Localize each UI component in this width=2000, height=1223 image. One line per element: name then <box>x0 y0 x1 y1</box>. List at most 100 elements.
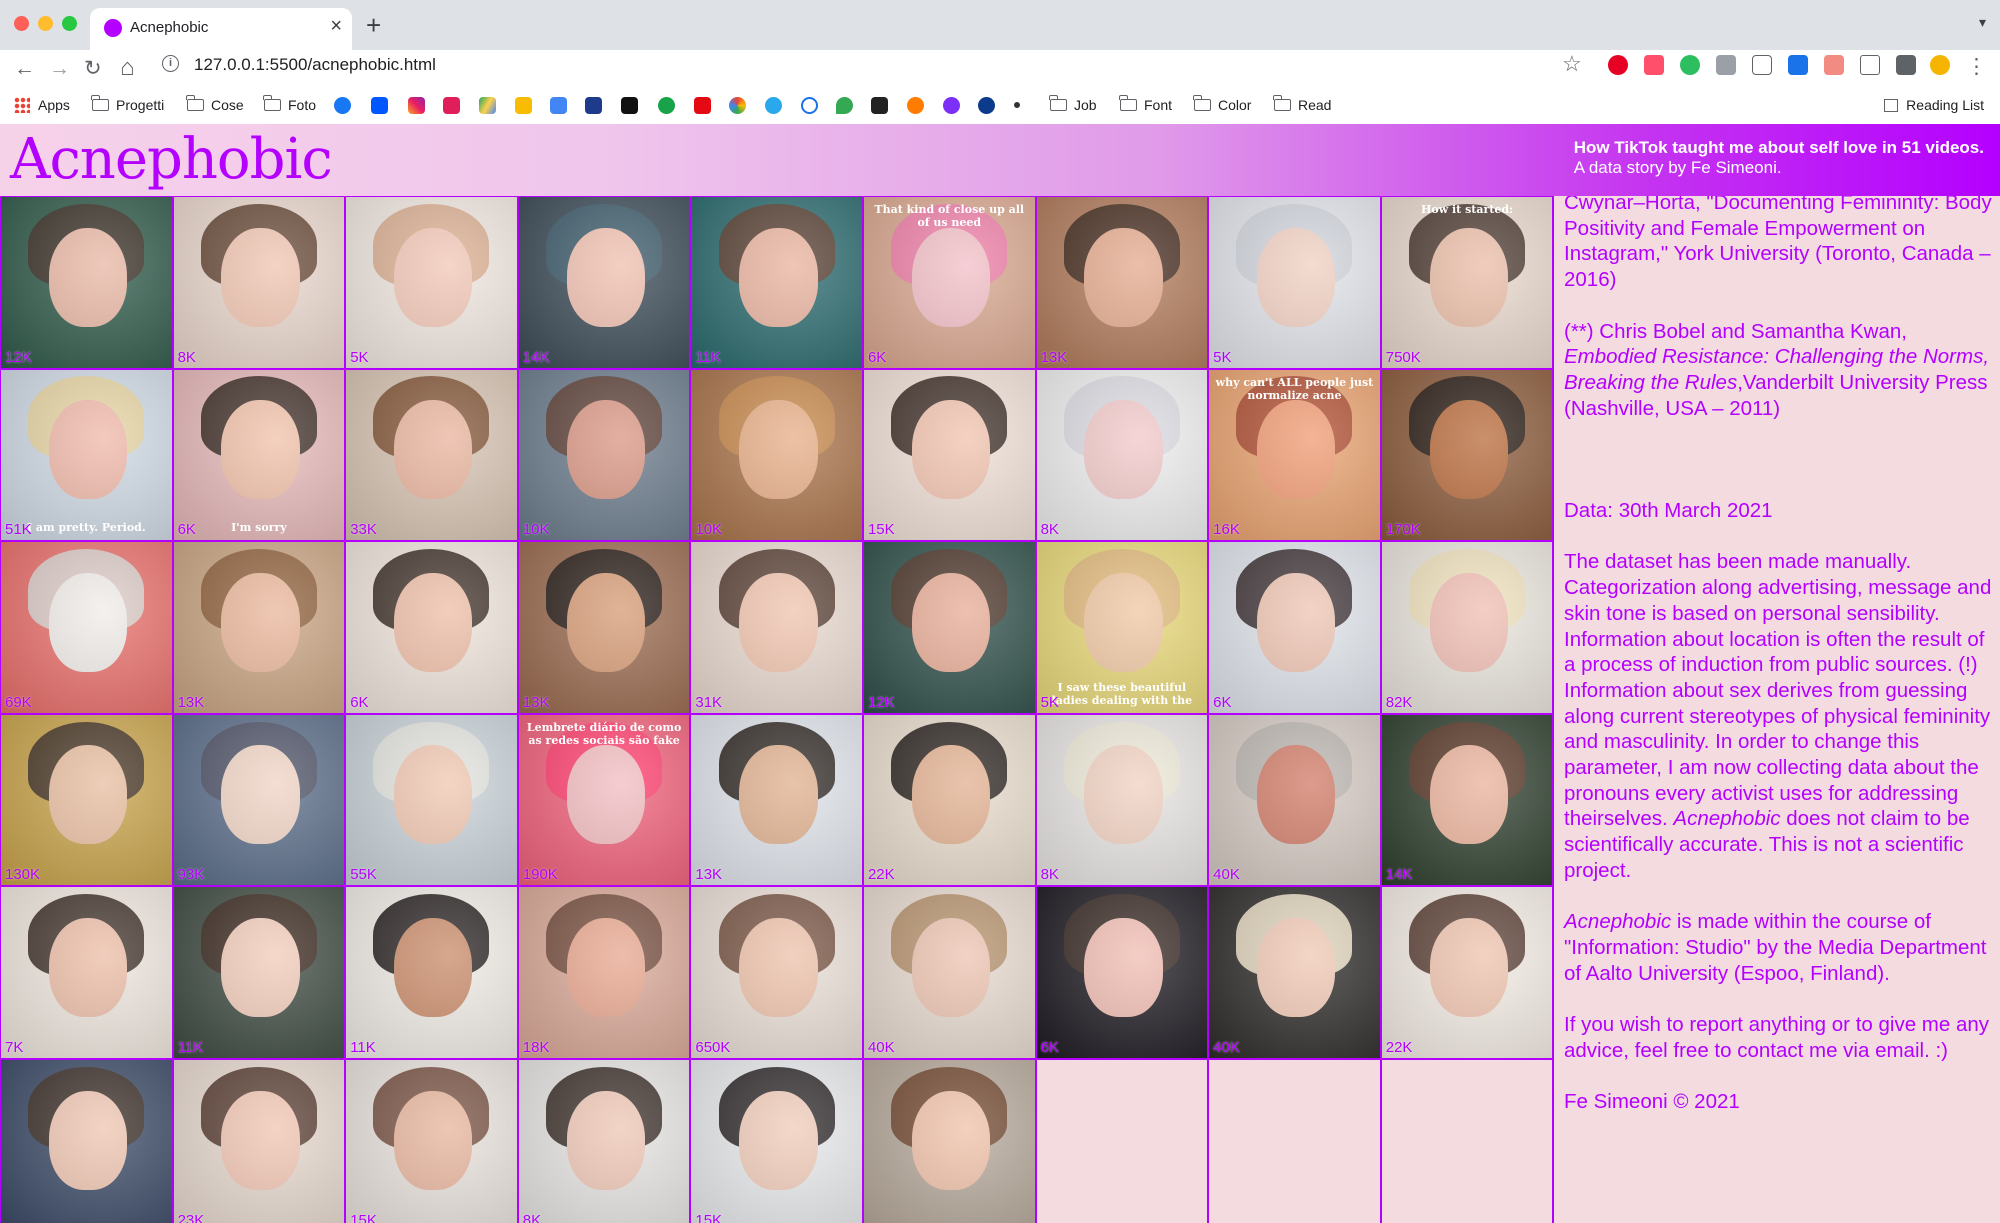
back-icon[interactable]: ← <box>14 57 35 81</box>
evernote-extension-icon[interactable] <box>1680 55 1700 75</box>
video-tile[interactable]: 55K <box>345 713 518 887</box>
illustrator-bookmark-icon[interactable] <box>907 92 924 118</box>
video-tile[interactable]: 7K <box>0 886 173 1059</box>
video-tile[interactable]: 5K <box>1208 196 1381 369</box>
extension-icon[interactable] <box>1824 55 1844 75</box>
translate-bookmark-icon[interactable] <box>550 92 567 118</box>
bookmark-folder-read[interactable]: Read <box>1273 92 1331 118</box>
pinterest-extension-icon[interactable] <box>1608 55 1628 75</box>
video-tile[interactable]: 6K <box>345 541 518 714</box>
new-tab-button[interactable]: + <box>366 10 381 41</box>
video-tile[interactable]: 40K <box>862 886 1036 1059</box>
video-tile[interactable]: 10K <box>517 368 691 542</box>
fonts-extension-icon[interactable] <box>1752 55 1772 75</box>
maximize-window-button[interactable] <box>62 16 77 31</box>
video-tile[interactable]: 13K <box>690 713 863 887</box>
video-tile[interactable]: 11K <box>345 886 518 1059</box>
screenshot-extension-icon[interactable] <box>1860 55 1880 75</box>
video-tile[interactable]: 69K <box>0 541 173 714</box>
behance-bookmark-icon[interactable] <box>371 92 388 118</box>
site-logo[interactable]: Acnephobic <box>10 124 333 196</box>
video-tile[interactable]: 10K <box>690 368 863 542</box>
keep-bookmark-icon[interactable] <box>515 92 532 118</box>
video-tile[interactable]: 130K <box>0 713 173 887</box>
video-tile[interactable]: 5K <box>345 196 518 369</box>
bookmark-folder-cose[interactable]: Cose <box>186 92 244 118</box>
facebook-bookmark-icon[interactable] <box>334 92 351 118</box>
instagram-bookmark-icon[interactable] <box>408 92 425 118</box>
video-tile[interactable]: How it started: 750K <box>1380 196 1554 369</box>
bookmark-icon[interactable] <box>658 92 675 118</box>
netflix-bookmark-icon[interactable] <box>694 92 711 118</box>
video-tile[interactable]: 15K <box>862 368 1036 542</box>
color-picker-extension-icon[interactable] <box>1788 55 1808 75</box>
video-tile[interactable]: 82K <box>1380 541 1554 714</box>
video-tile[interactable]: 8K <box>1035 368 1209 542</box>
video-tile[interactable]: 13K <box>517 541 691 714</box>
video-tile[interactable]: 14K <box>1380 713 1554 887</box>
video-tile[interactable]: 11K <box>172 886 346 1059</box>
minimize-window-button[interactable] <box>38 16 53 31</box>
video-tile[interactable] <box>0 1058 173 1223</box>
video-tile[interactable]: That kind of close up all of us need 6K <box>862 196 1036 369</box>
bookmark-star-icon[interactable]: ☆ <box>1562 51 1582 77</box>
video-tile[interactable]: 40K <box>1208 713 1381 887</box>
bookmark-icon[interactable] <box>871 92 888 118</box>
bookmark-dot-icon[interactable] <box>1014 92 1020 118</box>
video-tile[interactable]: 40K <box>1208 886 1381 1059</box>
browser-menu-icon[interactable]: ⋮ <box>1966 54 1987 79</box>
video-tile[interactable]: I am pretty. Period. 51K <box>0 368 173 542</box>
bookmark-icon[interactable] <box>978 92 995 118</box>
slack-bookmark-icon[interactable] <box>443 92 460 118</box>
video-tile[interactable]: I'm sorry 6K <box>172 368 346 542</box>
email-link[interactable]: email. <box>1875 1039 1930 1062</box>
video-tile[interactable]: 13K <box>172 541 346 714</box>
browser-tab[interactable]: Acnephobic × <box>90 8 352 50</box>
video-tile[interactable] <box>862 1058 1036 1223</box>
close-window-button[interactable] <box>14 16 29 31</box>
extension-icon[interactable] <box>1644 55 1664 75</box>
reload-icon[interactable]: ↻ <box>84 56 102 81</box>
video-tile[interactable]: why can't ALL people just normalize acne… <box>1208 368 1381 542</box>
address-bar[interactable]: 127.0.0.1:5500/acnephobic.html <box>194 55 436 75</box>
reading-list-button[interactable]: Reading List <box>1884 92 1984 118</box>
bookmark-folder-job[interactable]: Job <box>1049 92 1097 118</box>
bookmark-folder-font[interactable]: Font <box>1119 92 1172 118</box>
home-icon[interactable]: ⌂ <box>120 54 135 82</box>
wordreference-bookmark-icon[interactable] <box>585 92 602 118</box>
video-tile[interactable]: 12K <box>0 196 173 369</box>
tab-close-icon[interactable]: × <box>330 15 342 38</box>
video-tile[interactable]: 15K <box>690 1058 863 1223</box>
video-tile[interactable]: 15K <box>345 1058 518 1223</box>
video-tile[interactable]: 170K <box>1380 368 1554 542</box>
bookmark-folder-foto[interactable]: Foto <box>263 92 316 118</box>
bookmark-apps[interactable]: Apps <box>14 92 70 118</box>
google-drive-bookmark-icon[interactable] <box>479 92 496 118</box>
site-info-icon[interactable]: i <box>162 55 179 72</box>
video-tile[interactable]: 8K <box>172 196 346 369</box>
video-tile[interactable]: I saw these beautiful ladies dealing wit… <box>1035 541 1209 714</box>
video-tile[interactable]: 22K <box>862 713 1036 887</box>
video-tile[interactable]: 14K <box>517 196 691 369</box>
video-tile[interactable]: 22K <box>1380 886 1554 1059</box>
video-tile[interactable]: 18K <box>517 886 691 1059</box>
video-tile[interactable]: 8K <box>517 1058 691 1223</box>
bookmark-icon[interactable] <box>943 92 960 118</box>
video-tile[interactable]: 33K <box>345 368 518 542</box>
maps-bookmark-icon[interactable] <box>836 92 853 118</box>
video-tile[interactable]: 12K <box>862 541 1036 714</box>
video-tile[interactable]: 23K <box>172 1058 346 1223</box>
bookmark-folder-progetti[interactable]: Progetti <box>91 92 164 118</box>
video-tile[interactable]: 650K <box>690 886 863 1059</box>
video-tile[interactable]: 93K <box>172 713 346 887</box>
bookmark-folder-color[interactable]: Color <box>1193 92 1251 118</box>
video-tile[interactable]: 8K <box>1035 713 1209 887</box>
camera-extension-icon[interactable] <box>1716 55 1736 75</box>
profile-avatar[interactable] <box>1930 55 1950 75</box>
forward-icon[interactable]: → <box>49 57 70 81</box>
video-tile[interactable]: 13K <box>1035 196 1209 369</box>
video-tile[interactable]: Lembrete diário de como as redes sociais… <box>517 713 691 887</box>
extensions-puzzle-icon[interactable] <box>1896 55 1916 75</box>
photos-bookmark-icon[interactable] <box>729 92 746 118</box>
telegram-bookmark-icon[interactable] <box>765 92 782 118</box>
